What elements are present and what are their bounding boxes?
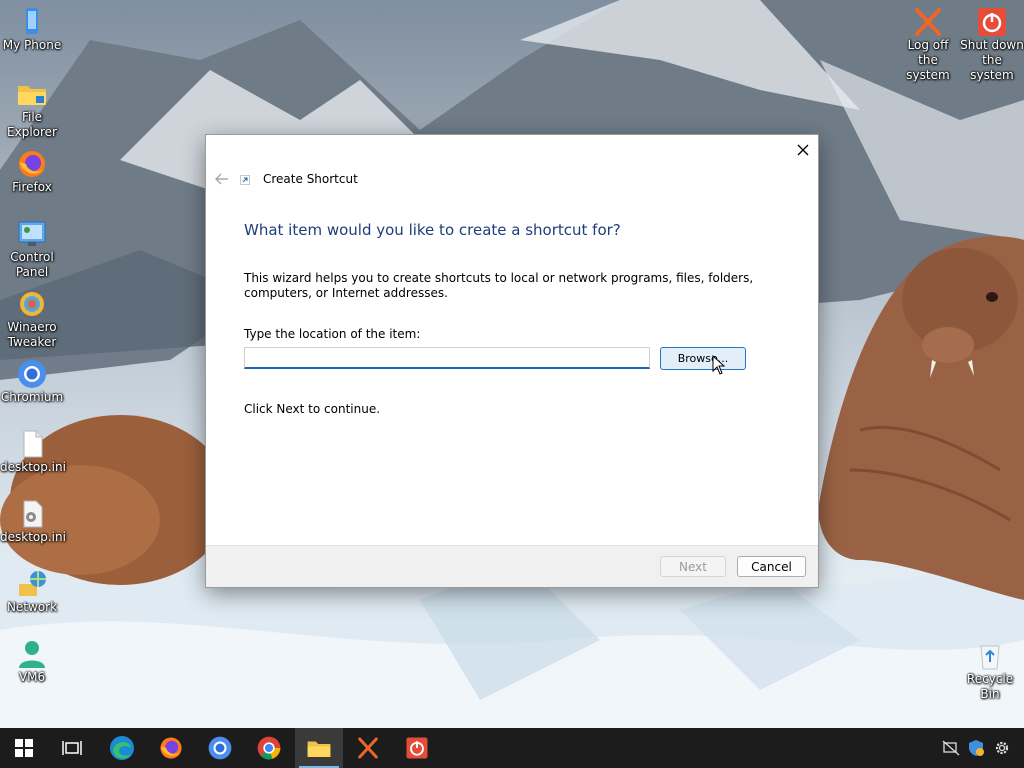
chrome-icon xyxy=(257,736,281,760)
taskbar-file-explorer[interactable] xyxy=(295,728,343,768)
network-icon xyxy=(19,571,46,596)
ini-file-icon xyxy=(23,430,43,458)
dialog-heading: What item would you like to create a sho… xyxy=(244,221,621,239)
dialog-footer: Next Cancel xyxy=(206,545,818,587)
next-button[interactable]: Next xyxy=(660,556,726,577)
desktop-icon-desktop-ini-2[interactable]: desktop.ini xyxy=(0,498,66,545)
desktop-icon-firefox[interactable]: Firefox xyxy=(0,148,64,195)
desktop-icon-label: Chromium xyxy=(0,390,64,404)
desktop-icon-label: Firefox xyxy=(12,180,52,194)
logoff-icon xyxy=(915,8,941,36)
desktop-icon-label: VM6 xyxy=(18,670,46,684)
desktop-icon-label: desktop.ini xyxy=(0,530,66,544)
start-icon xyxy=(15,739,33,757)
settings-icon xyxy=(995,741,1009,755)
close-icon xyxy=(797,144,809,156)
tray-settings[interactable] xyxy=(992,738,1012,758)
back-arrow-icon[interactable] xyxy=(214,171,230,187)
dialog-description: This wizard helps you to create shortcut… xyxy=(244,271,754,300)
tray-network[interactable] xyxy=(941,738,961,758)
desktop-icon-label: My Phone xyxy=(2,38,62,52)
file-explorer-icon xyxy=(307,741,331,757)
desktop-icon-network[interactable]: Network xyxy=(0,568,64,615)
taskbar-firefox[interactable] xyxy=(147,728,195,768)
recycle-bin-icon xyxy=(980,645,1000,670)
close-button[interactable] xyxy=(790,137,816,163)
ini-file-gear-icon xyxy=(23,500,43,528)
browse-button[interactable]: Browse... xyxy=(660,347,746,370)
desktop-icon-label: Shut down the system xyxy=(960,38,1024,82)
chromium-icon xyxy=(208,736,232,760)
desktop-icon-log-off[interactable]: Log off the system xyxy=(896,6,960,83)
desktop-icon-label: Recycle Bin xyxy=(966,672,1014,701)
desktop-icon-label: Control Panel xyxy=(10,250,54,279)
taskbar-chromium[interactable] xyxy=(196,728,244,768)
desktop-icon-label: Log off the system xyxy=(906,38,950,82)
task-view-button[interactable] xyxy=(48,728,96,768)
desktop-icon-chromium[interactable]: Chromium xyxy=(0,358,64,405)
task-view-icon xyxy=(62,741,82,755)
location-label: Type the location of the item: xyxy=(244,327,421,341)
firefox-icon xyxy=(160,737,182,759)
taskbar-edge[interactable] xyxy=(98,728,146,768)
winaero-tweaker-icon xyxy=(20,292,44,316)
logoff-icon xyxy=(358,737,378,759)
desktop-icon-label: Network xyxy=(6,600,58,614)
shortcut-app-icon xyxy=(240,175,250,185)
desktop-icon-control-panel[interactable]: Control Panel xyxy=(0,218,64,280)
taskbar xyxy=(0,728,1024,768)
user-icon xyxy=(19,641,45,668)
folder-icon xyxy=(18,86,46,105)
edge-icon xyxy=(110,736,134,760)
location-input[interactable] xyxy=(244,347,650,369)
shutdown-icon xyxy=(978,8,1006,36)
chromium-icon xyxy=(18,360,46,388)
desktop-icon-label: Winaero Tweaker xyxy=(7,320,57,349)
mouse-cursor-icon xyxy=(712,355,726,375)
cancel-button[interactable]: Cancel xyxy=(737,556,806,577)
desktop-icon-label: desktop.ini xyxy=(0,460,66,474)
security-icon xyxy=(969,740,984,756)
tray-security[interactable] xyxy=(966,738,986,758)
desktop-icon-vm6[interactable]: VM6 xyxy=(0,638,64,685)
start-button[interactable] xyxy=(0,728,48,768)
taskbar-chrome[interactable] xyxy=(245,728,293,768)
network-disconnected-icon xyxy=(942,740,960,756)
taskbar-logoff[interactable] xyxy=(344,728,392,768)
desktop-icon-recycle-bin[interactable]: Recycle Bin xyxy=(958,640,1022,702)
desktop-icon-winaero-tweaker[interactable]: Winaero Tweaker xyxy=(0,288,64,350)
desktop-icon-my-phone[interactable]: My Phone xyxy=(0,6,64,53)
taskbar-shutdown[interactable] xyxy=(393,728,441,768)
desktop-icon-file-explorer[interactable]: File Explorer xyxy=(0,78,64,140)
phone-icon xyxy=(26,8,38,34)
continue-note: Click Next to continue. xyxy=(244,402,381,416)
desktop-icon-desktop-ini[interactable]: desktop.ini xyxy=(0,428,66,475)
shutdown-icon xyxy=(406,737,428,759)
control-panel-icon xyxy=(18,221,46,246)
create-shortcut-dialog: Create Shortcut What item would you like… xyxy=(206,135,818,587)
firefox-icon xyxy=(19,151,45,177)
desktop-icon-shut-down[interactable]: Shut down the system xyxy=(960,6,1024,83)
desktop-icon-label: File Explorer xyxy=(7,110,57,139)
dialog-title: Create Shortcut xyxy=(263,172,358,186)
